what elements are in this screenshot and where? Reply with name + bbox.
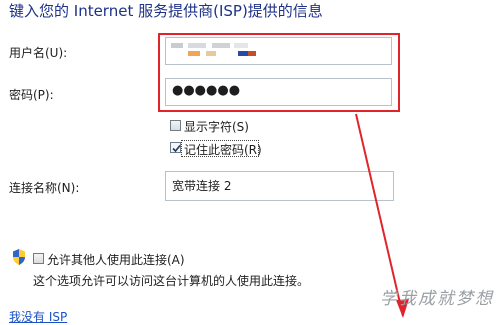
annotation-arrow: [355, 113, 409, 318]
watermark: 学我成就梦想: [380, 289, 494, 309]
